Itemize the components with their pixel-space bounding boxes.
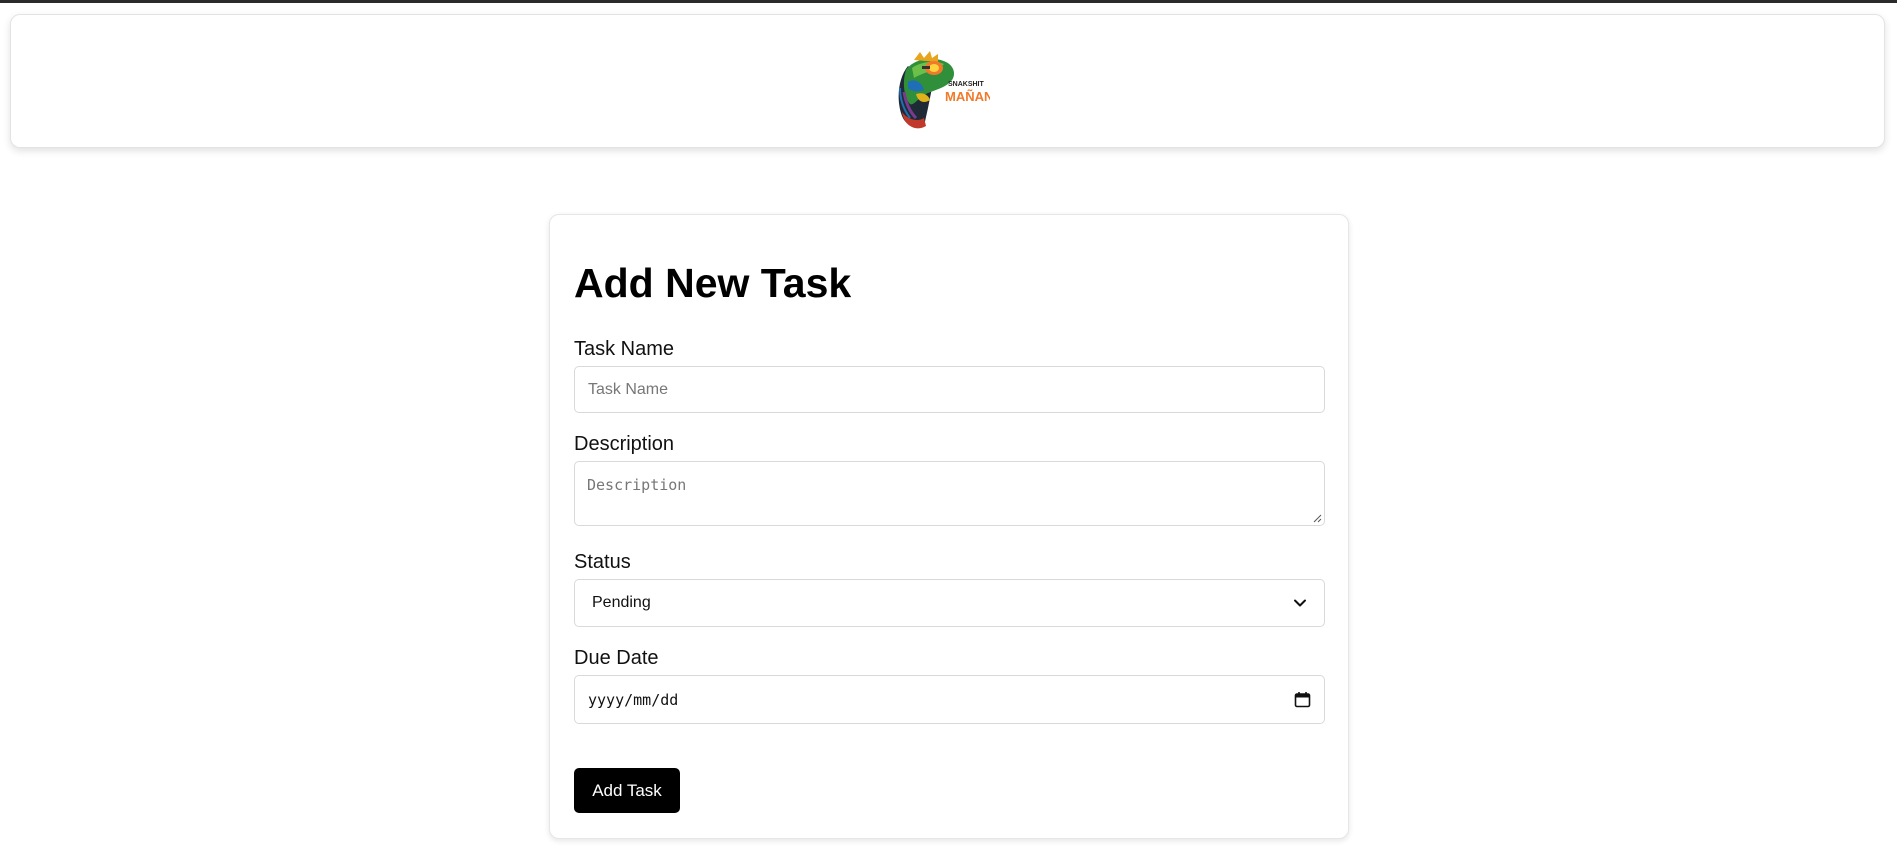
chameleon-logo-icon: SNAKSHIT MAÑANA xyxy=(898,51,990,129)
description-label: Description xyxy=(574,433,675,455)
site-header: SNAKSHIT MAÑANA xyxy=(10,14,1885,148)
calendar-icon[interactable] xyxy=(1294,691,1311,708)
chevron-down-icon xyxy=(1294,599,1306,607)
add-task-form: Add New Task Task Name Description Statu… xyxy=(549,214,1349,839)
add-task-button[interactable]: Add Task xyxy=(574,768,680,813)
window-top-border xyxy=(0,0,1897,3)
status-selected-value: Pending xyxy=(592,594,651,611)
due-date-input[interactable]: yyyy/mm/dd xyxy=(574,675,1325,724)
resize-grip-icon[interactable] xyxy=(1312,513,1322,523)
status-select[interactable]: Pending xyxy=(574,579,1325,627)
brand-logo[interactable]: SNAKSHIT MAÑANA xyxy=(894,48,990,133)
status-label: Status xyxy=(574,551,631,573)
task-name-input[interactable] xyxy=(574,366,1325,413)
description-textarea[interactable] xyxy=(574,461,1325,526)
logo-small-text: SNAKSHIT xyxy=(948,81,985,88)
task-name-label: Task Name xyxy=(574,338,675,360)
due-date-placeholder: yyyy/mm/dd xyxy=(588,690,679,709)
due-date-label: Due Date xyxy=(574,647,659,669)
logo-big-text: MAÑANA xyxy=(945,89,990,104)
page-title: Add New Task xyxy=(574,260,852,306)
